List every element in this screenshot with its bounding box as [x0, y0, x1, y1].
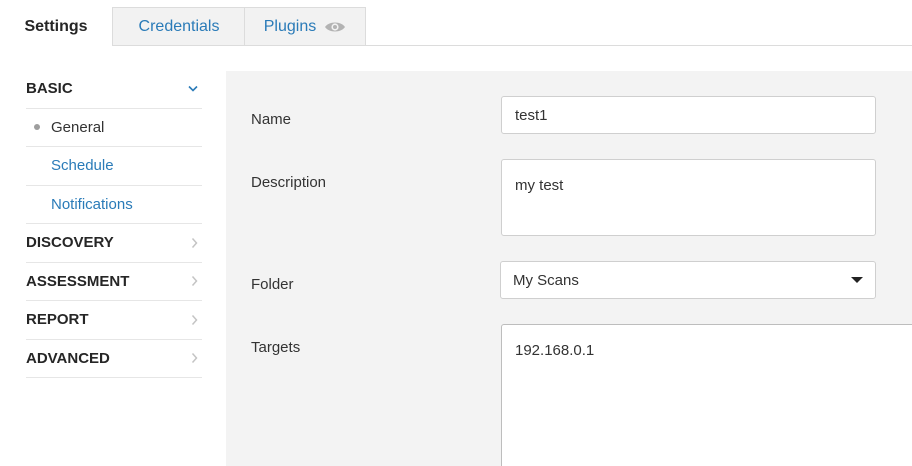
- sidebar-item-assessment[interactable]: ASSESSMENT: [26, 263, 202, 301]
- folder-selected-value: My Scans: [513, 271, 579, 289]
- name-label: Name: [251, 111, 292, 128]
- folder-select[interactable]: My Scans: [500, 261, 876, 299]
- tab-bar-divider: [365, 45, 912, 46]
- sidebar-item-label: ASSESSMENT: [26, 272, 130, 290]
- sidebar-item-label: Schedule: [51, 157, 114, 175]
- chevron-right-icon: [191, 353, 198, 364]
- targets-value: 192.168.0.1: [515, 342, 595, 359]
- description-value: my test: [515, 177, 564, 194]
- eye-icon: [324, 20, 346, 34]
- sidebar-item-label: ADVANCED: [26, 349, 110, 367]
- tab-credentials[interactable]: Credentials: [113, 7, 245, 46]
- chevron-down-icon: [188, 85, 198, 92]
- tab-plugins-label: Plugins: [263, 17, 317, 35]
- sidebar-item-report[interactable]: REPORT: [26, 301, 202, 340]
- chevron-right-icon: [191, 276, 198, 287]
- tab-plugins[interactable]: Plugins: [244, 7, 366, 46]
- sidebar-item-advanced[interactable]: ADVANCED: [26, 340, 202, 378]
- sidebar-item-label: General: [51, 118, 105, 136]
- sidebar-item-label: BASIC: [26, 80, 73, 98]
- name-input-value: test1: [515, 106, 548, 124]
- dropdown-caret-icon: [851, 277, 863, 283]
- folder-label: Folder: [251, 276, 294, 293]
- active-bullet-icon: [34, 124, 40, 131]
- chevron-right-icon: [191, 314, 198, 325]
- description-label: Description: [251, 174, 327, 191]
- sidebar-item-discovery[interactable]: DISCOVERY: [26, 224, 202, 263]
- name-input[interactable]: test1: [501, 96, 876, 134]
- sidebar-item-label: DISCOVERY: [26, 234, 114, 252]
- sidebar-item-basic[interactable]: BASIC: [26, 70, 202, 109]
- sidebar-item-general[interactable]: General: [26, 109, 202, 147]
- sidebar: BASIC General Schedule Notifications DIS…: [26, 70, 202, 378]
- sidebar-item-label: REPORT: [26, 311, 89, 329]
- sidebar-item-schedule[interactable]: Schedule: [26, 147, 202, 186]
- tab-settings[interactable]: Settings: [0, 7, 113, 46]
- targets-label: Targets: [251, 339, 301, 356]
- sidebar-item-label: Notifications: [51, 195, 133, 213]
- description-textarea[interactable]: my test: [501, 159, 876, 236]
- sidebar-item-notifications[interactable]: Notifications: [26, 186, 202, 224]
- chevron-right-icon: [191, 237, 198, 248]
- tab-bar: Settings Credentials Plugins: [0, 0, 912, 46]
- targets-textarea[interactable]: 192.168.0.1: [501, 324, 912, 466]
